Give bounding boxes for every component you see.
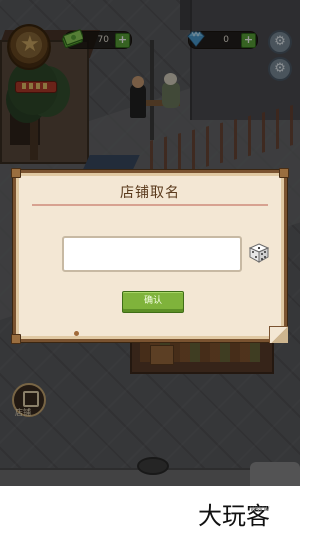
- watermark-sub: www: [250, 504, 270, 513]
- dice-icon[interactable]: [249, 243, 269, 263]
- title-divider: [32, 204, 268, 206]
- dialog-corner: [279, 168, 289, 178]
- dialog-corner: [11, 334, 21, 344]
- confirm-button[interactable]: 确认: [122, 291, 184, 313]
- dialog-corner: [11, 168, 21, 178]
- page-curl: [269, 326, 288, 343]
- dialog-title: 店铺取名: [120, 185, 180, 201]
- shop-name-dialog: 店铺取名 确认: [11, 168, 289, 344]
- watermark-logo: 大玩客: [198, 502, 270, 530]
- shop-name-input[interactable]: [62, 236, 242, 272]
- dialog-pin: [74, 331, 79, 336]
